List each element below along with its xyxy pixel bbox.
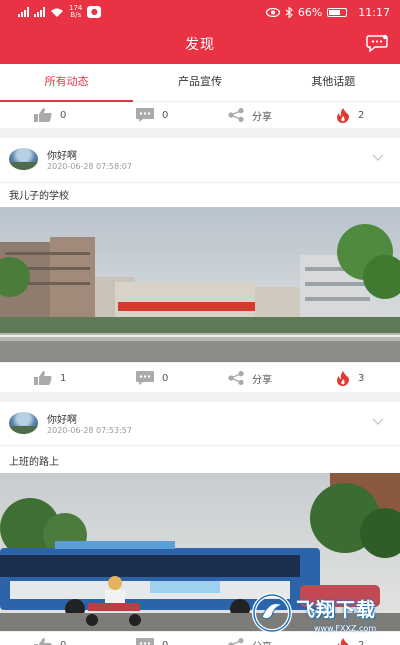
clock: 11:17 <box>358 5 390 19</box>
share-icon <box>228 638 244 645</box>
like-button[interactable]: 0 <box>34 638 66 645</box>
tab-other-topics[interactable]: 其他话题 <box>267 64 400 101</box>
post-card: 你好啊 2020-06-28 07:58:07 我儿子的学校 1 0 分享 3 <box>0 138 400 392</box>
share-label: 分享 <box>252 111 272 123</box>
divider <box>0 445 400 446</box>
post-time: 2020-06-28 07:58:07 <box>47 162 132 171</box>
share-label: 分享 <box>252 374 272 386</box>
status-bar: 174 B/s ● 66% 11:17 <box>0 0 400 24</box>
post-text: 上班的路上 <box>9 457 59 468</box>
message-icon[interactable] <box>366 34 388 52</box>
thumbs-up-icon <box>34 108 52 122</box>
network-speed: 174 B/s <box>69 4 83 19</box>
share-icon <box>228 371 244 385</box>
watermark-logo-icon <box>252 593 292 633</box>
tab-product-promo[interactable]: 产品宣传 <box>133 64 266 101</box>
battery-percent: 66% <box>297 5 323 19</box>
chevron-down-icon[interactable] <box>372 154 384 162</box>
signal-icon-2 <box>34 7 45 17</box>
watermark-name: 飞翔下载 <box>296 599 377 621</box>
comment-icon <box>136 371 154 385</box>
comment-count: 0 <box>162 109 169 121</box>
like-count: 0 <box>60 639 67 645</box>
thumbs-up-icon <box>34 638 52 645</box>
tab-all-posts[interactable]: 所有动态 <box>0 64 134 102</box>
like-button[interactable]: 0 <box>34 108 66 122</box>
divider <box>0 362 400 363</box>
comment-icon <box>136 638 154 645</box>
post-actions-row: 1 0 分享 3 <box>0 365 400 391</box>
chevron-down-icon[interactable] <box>372 418 384 426</box>
avatar[interactable] <box>9 148 38 170</box>
divider <box>0 182 400 183</box>
like-count: 1 <box>60 372 67 384</box>
thumbs-up-icon <box>34 371 52 385</box>
comment-button[interactable]: 0 <box>136 371 168 385</box>
comment-count: 0 <box>162 639 169 645</box>
post-header: 你好啊 2020-06-28 07:53:57 <box>0 402 400 446</box>
post-username[interactable]: 你好啊 <box>47 411 77 426</box>
hot-count: 2 <box>358 109 365 121</box>
share-button[interactable]: 分享 <box>228 371 272 386</box>
tab-bar: 所有动态 产品宣传 其他话题 <box>0 64 400 102</box>
post-text: 我儿子的学校 <box>9 191 69 202</box>
page-title: 发现 <box>185 37 215 53</box>
comment-button[interactable]: 0 <box>136 108 168 122</box>
hot-button[interactable]: 2 <box>336 107 365 123</box>
eye-icon <box>265 7 280 17</box>
post-actions-row: 0 0 分享 2 <box>0 102 400 128</box>
comment-count: 0 <box>162 372 169 384</box>
comment-icon <box>136 108 154 122</box>
signal-icon <box>18 7 29 17</box>
app-header: 发现 <box>0 24 400 64</box>
avatar[interactable] <box>9 412 38 434</box>
comment-button[interactable]: 0 <box>136 638 168 645</box>
notification-app-icon: ● <box>87 6 102 18</box>
share-icon <box>228 108 244 122</box>
watermark: 飞翔下载 www.FXXZ.com <box>252 591 398 645</box>
share-button[interactable]: 分享 <box>228 108 272 123</box>
battery-icon <box>327 7 348 17</box>
like-button[interactable]: 1 <box>34 371 66 385</box>
flame-icon <box>337 370 349 386</box>
hot-button[interactable]: 3 <box>336 370 365 386</box>
watermark-url: www.FXXZ.com <box>314 624 377 633</box>
flame-icon <box>337 107 349 123</box>
wifi-icon <box>51 8 63 17</box>
post-header: 你好啊 2020-06-28 07:58:07 <box>0 138 400 182</box>
post-photo-school[interactable] <box>0 207 400 362</box>
like-count: 0 <box>60 109 67 121</box>
post-username[interactable]: 你好啊 <box>47 147 77 162</box>
hot-count: 3 <box>358 372 365 384</box>
post-time: 2020-06-28 07:53:57 <box>47 426 132 435</box>
bluetooth-icon <box>285 6 293 18</box>
